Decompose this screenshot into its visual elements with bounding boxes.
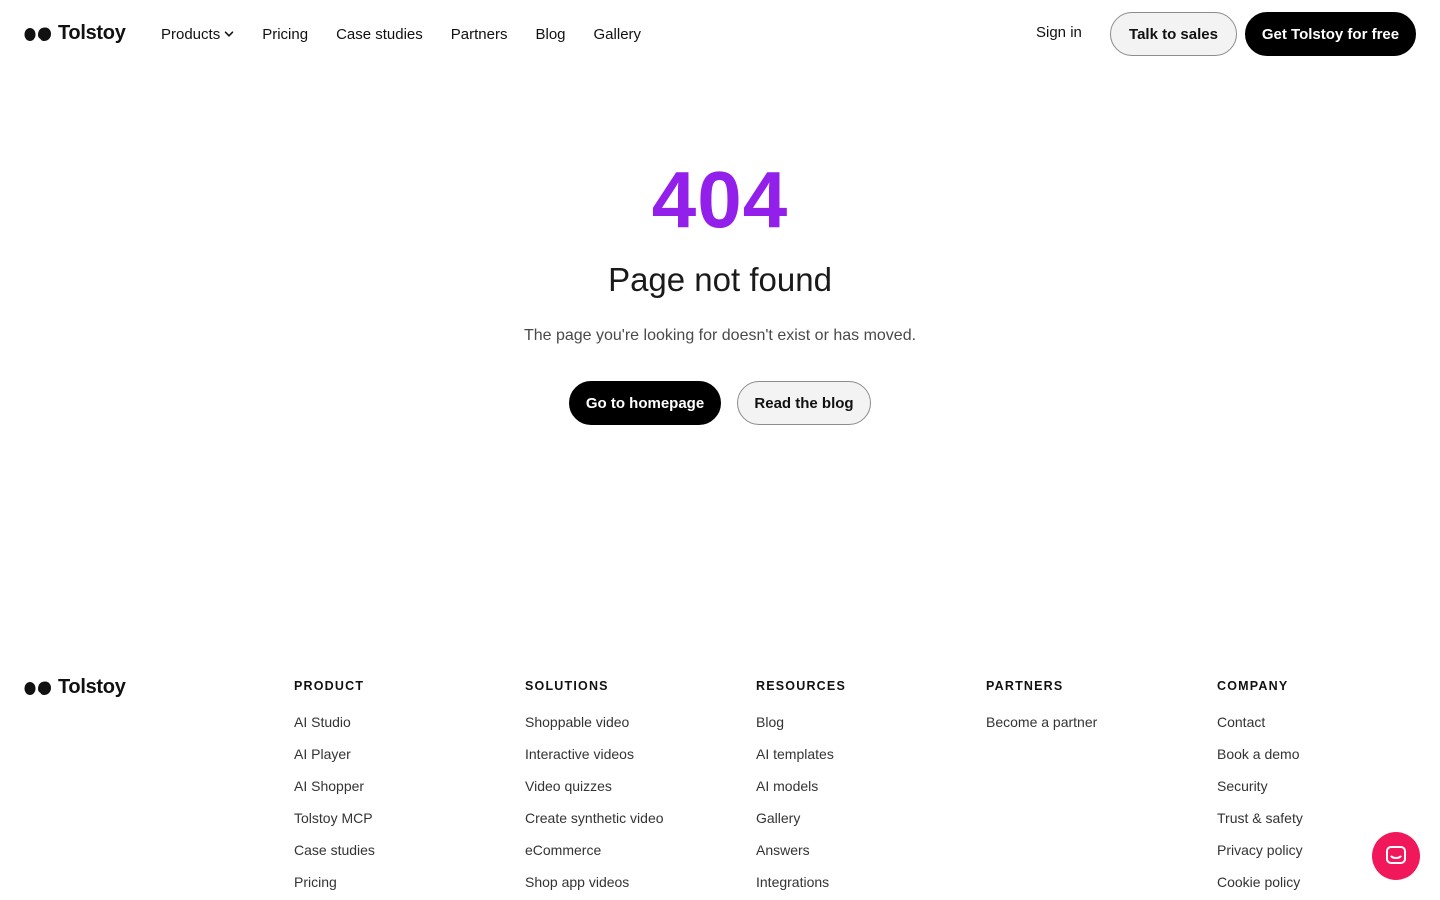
footer-link[interactable]: AI models: [756, 778, 846, 810]
error-code: 404: [651, 155, 789, 244]
site-footer: Tolstoy PRODUCT AI Studio AI Player AI S…: [0, 660, 1440, 900]
footer-link[interactable]: Case studies: [294, 842, 375, 874]
footer-link[interactable]: AI templates: [756, 746, 846, 778]
sign-in-link[interactable]: Sign in: [1036, 24, 1082, 41]
footer-link[interactable]: Security: [1217, 778, 1303, 810]
error-section: 404 Page not found The page you're looki…: [0, 150, 1440, 425]
footer-link[interactable]: Shop app videos: [525, 874, 664, 900]
talk-to-sales-button[interactable]: Talk to sales: [1110, 12, 1237, 56]
footer-link[interactable]: Gallery: [756, 810, 846, 842]
nav-item-case-studies[interactable]: Case studies: [336, 26, 423, 43]
footer-link[interactable]: Shoppable video: [525, 714, 664, 746]
footer-link[interactable]: Tolstoy MCP: [294, 810, 375, 842]
error-title: Page not found: [608, 261, 832, 298]
footer-column-company: COMPANY Contact Book a demo Security Tru…: [1217, 678, 1303, 900]
footer-column-title: SOLUTIONS: [525, 679, 609, 693]
header-logo[interactable]: Tolstoy: [24, 22, 126, 45]
read-blog-button[interactable]: Read the blog: [737, 381, 871, 425]
nav-item-label: Products: [161, 25, 221, 43]
footer-link[interactable]: Blog: [756, 714, 846, 746]
tolstoy-logo-icon: [24, 680, 52, 696]
go-to-homepage-button[interactable]: Go to homepage: [569, 381, 721, 425]
footer-link[interactable]: eCommerce: [525, 842, 664, 874]
footer-link[interactable]: Integrations: [756, 874, 846, 900]
footer-link[interactable]: Privacy policy: [1217, 842, 1303, 874]
footer-link[interactable]: Answers: [756, 842, 846, 874]
footer-link[interactable]: AI Player: [294, 746, 375, 778]
nav-item-products[interactable]: Products: [161, 26, 234, 43]
footer-column-product: PRODUCT AI Studio AI Player AI Shopper T…: [294, 678, 375, 900]
footer-link[interactable]: Contact: [1217, 714, 1303, 746]
main-nav: Products Pricing Case studies Partners B…: [161, 0, 641, 68]
footer-link[interactable]: Book a demo: [1217, 746, 1303, 778]
brand-name: Tolstoy: [58, 22, 126, 44]
chat-icon: [1386, 846, 1406, 864]
error-description: The page you're looking for doesn't exis…: [523, 327, 917, 344]
site-header: Tolstoy Products Pricing Case studies Pa…: [0, 0, 1440, 68]
nav-item-pricing[interactable]: Pricing: [262, 26, 308, 43]
footer-link[interactable]: AI Studio: [294, 714, 375, 746]
footer-link[interactable]: Create synthetic video: [525, 810, 664, 842]
footer-link[interactable]: Cookie policy: [1217, 874, 1303, 900]
footer-column-title: COMPANY: [1217, 679, 1289, 693]
footer-link[interactable]: Trust & safety: [1217, 810, 1303, 842]
footer-link[interactable]: AI Shopper: [294, 778, 375, 810]
brand-name: Tolstoy: [58, 676, 126, 698]
chevron-down-icon: [224, 31, 234, 37]
error-actions: Go to homepage Read the blog: [0, 381, 1440, 425]
footer-link[interactable]: Become a partner: [986, 714, 1097, 746]
footer-column-title: RESOURCES: [756, 679, 846, 693]
footer-link[interactable]: Video quizzes: [525, 778, 664, 810]
get-tolstoy-free-button[interactable]: Get Tolstoy for free: [1245, 12, 1416, 56]
footer-column-title: PARTNERS: [986, 679, 1064, 693]
footer-link[interactable]: Pricing: [294, 874, 375, 900]
footer-column-resources: RESOURCES Blog AI templates AI models Ga…: [756, 678, 846, 900]
footer-column-title: PRODUCT: [294, 679, 365, 693]
nav-item-gallery[interactable]: Gallery: [594, 26, 642, 43]
chat-launcher-button[interactable]: [1372, 832, 1420, 880]
footer-logo[interactable]: Tolstoy: [24, 676, 126, 699]
nav-item-partners[interactable]: Partners: [451, 26, 508, 43]
nav-item-blog[interactable]: Blog: [535, 26, 565, 43]
footer-column-solutions: SOLUTIONS Shoppable video Interactive vi…: [525, 678, 664, 900]
tolstoy-logo-icon: [24, 26, 52, 42]
footer-link[interactable]: Interactive videos: [525, 746, 664, 778]
footer-column-partners: PARTNERS Become a partner: [986, 678, 1097, 746]
